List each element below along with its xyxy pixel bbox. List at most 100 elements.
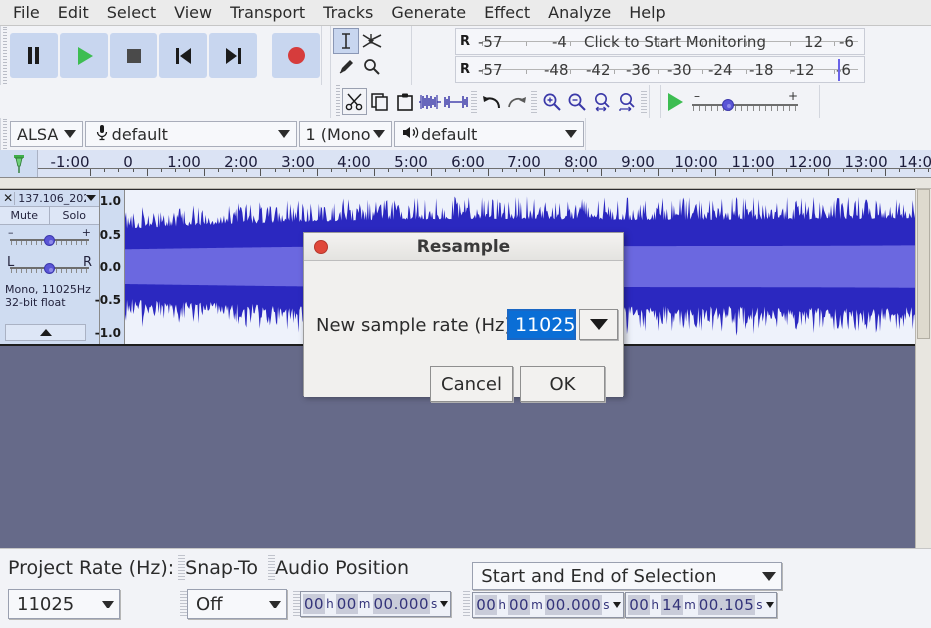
vertical-scrollbar-thumb[interactable]	[917, 189, 930, 339]
selection-toolbar-controls-row: 11025 Off 00 h 00 m 00.000 s Sta	[0, 583, 931, 625]
selection-end-hours-unit: h	[651, 598, 659, 612]
recording-channels-select[interactable]: 1 (Mono	[299, 121, 393, 147]
menu-item-generate[interactable]: Generate	[382, 1, 475, 24]
menu-item-analyze[interactable]: Analyze	[539, 1, 620, 24]
close-icon[interactable]: ✕	[2, 191, 14, 205]
silence-audio-button[interactable]	[443, 88, 469, 115]
mute-button[interactable]: Mute	[0, 207, 50, 224]
audio-host-value: ALSA	[17, 125, 58, 144]
menu-item-transport[interactable]: Transport	[221, 1, 314, 24]
selection-end-spinner[interactable]	[766, 602, 774, 608]
draw-tool[interactable]	[333, 54, 359, 80]
record-button[interactable]	[272, 33, 320, 78]
track-name[interactable]: 137.106_202	[14, 192, 86, 205]
copy-button[interactable]	[367, 88, 392, 115]
project-rate-select[interactable]: 11025	[8, 589, 120, 619]
chevron-down-icon[interactable]	[86, 195, 96, 201]
track-gain-slider[interactable]: – +	[0, 225, 99, 253]
transport-toolbar-grip[interactable]	[1, 26, 9, 85]
audio-position-field[interactable]: 00 h 00 m 00.000 s	[300, 591, 451, 617]
timeline-ticks	[38, 168, 931, 177]
cut-button[interactable]	[342, 88, 367, 115]
gain-thumb[interactable]	[44, 235, 55, 246]
device-toolbar-grip[interactable]	[1, 118, 9, 150]
tools-toolbar	[330, 26, 412, 85]
resample-dialog-title: Resample	[304, 237, 623, 257]
cancel-button[interactable]: Cancel	[430, 366, 513, 402]
menu-item-file[interactable]: File	[4, 1, 49, 24]
menu-item-tracks[interactable]: Tracks	[314, 1, 382, 24]
selection-start-spinner[interactable]	[613, 602, 621, 608]
chevron-down-icon	[565, 130, 577, 138]
recording-meter-bar[interactable]: -57 -4 Click to Start Monitoring 12 -6 0	[474, 29, 864, 54]
recording-meter-tick-12: 12	[804, 33, 823, 51]
selbar-sep-4	[293, 591, 300, 617]
fit-project-button[interactable]	[614, 88, 639, 115]
audacity-window: File Edit Select View Transport Tracks G…	[0, 0, 931, 628]
pinned-play-head-button[interactable]	[0, 150, 38, 177]
pencil-icon	[337, 58, 355, 76]
vertical-scrollbar[interactable]	[915, 189, 931, 548]
timeline-ruler[interactable]: -1:00 0 1:00 2:00 3:00 4:00 5:00 6:00 7:…	[0, 150, 931, 178]
playback-meter-tick-24: -24	[708, 61, 733, 79]
envelope-tool[interactable]	[359, 28, 385, 54]
speed-ticks	[693, 106, 797, 111]
project-rate-label: Project Rate (Hz):	[8, 557, 174, 579]
zoom-out-button[interactable]	[564, 88, 589, 115]
track-collapse-button[interactable]	[5, 324, 86, 341]
track-vertical-ruler[interactable]: 1.0 0.5 0.0 -0.5 -1.0	[100, 190, 125, 344]
recording-meter-toolbar[interactable]: R -57 -4 Click to Start Monitoring 12 -6…	[455, 28, 865, 55]
skip-start-icon	[176, 48, 191, 64]
redo-arrow-icon	[506, 93, 528, 111]
silence-audio-icon	[444, 93, 468, 111]
resample-dialog-titlebar: Resample	[304, 233, 623, 261]
solo-button[interactable]: Solo	[50, 207, 100, 224]
playback-meter-bar[interactable]: -57 -48 -42 -36 -30 -24 -18 -12 -6 0	[474, 57, 864, 82]
audio-position-spinner[interactable]	[440, 601, 448, 607]
menu-item-select[interactable]: Select	[98, 1, 165, 24]
menu-item-view[interactable]: View	[165, 1, 221, 24]
close-icon[interactable]	[314, 240, 328, 254]
playback-speed-slider[interactable]: – +	[690, 91, 800, 113]
ok-button[interactable]: OK	[520, 366, 605, 402]
undo-button[interactable]	[479, 88, 504, 115]
track-pan-slider[interactable]: L R	[0, 253, 99, 281]
toolbar-dock-row-2: – +	[0, 85, 931, 118]
playback-meter-toolbar[interactable]: R -57 -48 -42 -36 -30 -24 -18 -12 -6 0	[455, 56, 865, 83]
new-sample-rate-dropdown-button[interactable]	[579, 309, 618, 340]
recording-device-select[interactable]: default	[85, 121, 297, 147]
pause-button[interactable]	[10, 33, 58, 78]
stop-button[interactable]	[110, 33, 158, 78]
play-button[interactable]	[60, 33, 108, 78]
playback-meter-tick-12: -12	[790, 61, 815, 79]
playback-meter-cursor	[838, 59, 840, 81]
fit-selection-button[interactable]	[589, 88, 614, 115]
zoom-in-button[interactable]	[539, 88, 564, 115]
recording-meter-monitor-text: Click to Start Monitoring	[584, 33, 766, 51]
speed-thumb[interactable]	[722, 99, 734, 111]
zoom-tool[interactable]	[359, 54, 385, 80]
menu-item-edit[interactable]: Edit	[49, 1, 98, 24]
selection-end-field[interactable]: 00 h 14 m 00.105 s	[625, 592, 776, 618]
play-at-speed-button[interactable]	[661, 88, 688, 115]
paste-button[interactable]	[392, 88, 417, 115]
selection-start-field[interactable]: 00 h 00 m 00.000 s	[472, 592, 623, 618]
edit-toolbar-grip[interactable]	[334, 85, 342, 118]
snap-to-value: Off	[196, 594, 223, 615]
pan-thumb[interactable]	[44, 263, 55, 274]
menu-item-effect[interactable]: Effect	[475, 1, 539, 24]
redo-button[interactable]	[504, 88, 529, 115]
selection-tool[interactable]	[333, 28, 359, 54]
snap-to-select[interactable]: Off	[187, 589, 287, 619]
skip-to-end-button[interactable]	[209, 33, 257, 78]
new-sample-rate-input[interactable]: 11025	[507, 309, 576, 340]
audio-host-select[interactable]: ALSA	[10, 121, 83, 147]
vruler-label--1-0: -1.0	[95, 326, 121, 340]
copy-icon	[370, 92, 390, 112]
recording-device-value: default	[112, 125, 168, 144]
trim-audio-button[interactable]	[417, 88, 443, 115]
selection-mode-select[interactable]: Start and End of Selection	[472, 562, 782, 590]
skip-to-start-button[interactable]	[159, 33, 207, 78]
menu-item-help[interactable]: Help	[620, 1, 674, 24]
playback-device-select[interactable]: default	[394, 121, 584, 147]
